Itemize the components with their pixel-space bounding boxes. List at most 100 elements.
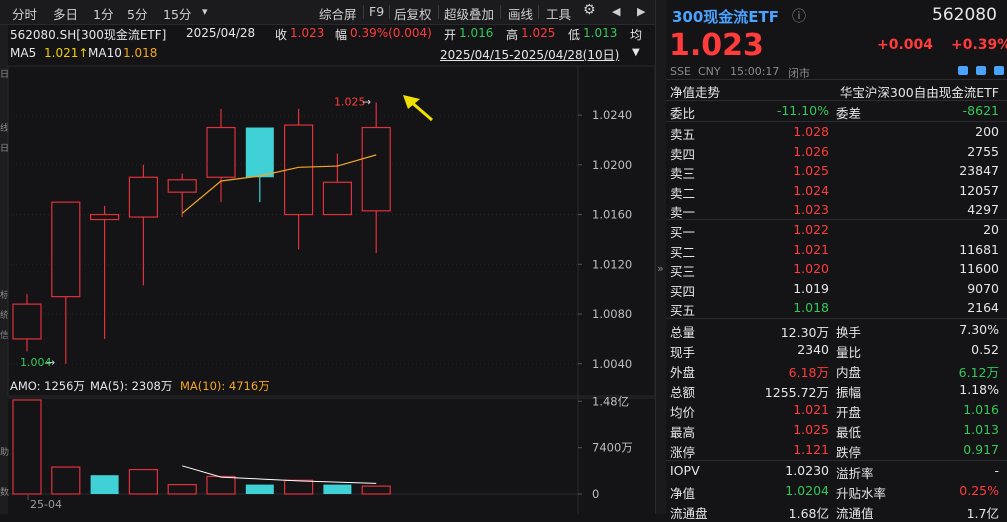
stat-value: 1255.72万 [764, 385, 829, 400]
volume-bar [245, 484, 274, 494]
ask-row[interactable]: 卖三 1.025 23847 [666, 161, 1007, 181]
stat-label: 跌停 [836, 445, 862, 460]
collapse-icon[interactable]: » [657, 262, 664, 275]
bid-volume: 20 [983, 222, 999, 237]
fund-stat-row: IOPV 1.0230 溢折率 - [666, 461, 1007, 481]
price-change: +0.004 [877, 37, 934, 53]
stat-value: 0.52 [971, 342, 999, 357]
bid-price: 1.018 [793, 300, 829, 315]
ask-level-label: 卖四 [670, 146, 696, 162]
high-marker-label: 1.025 [334, 96, 366, 109]
ask-row[interactable]: 卖五 1.028 200 [666, 122, 1007, 142]
weicha-label: 委差 [836, 106, 862, 121]
stat-value: 1.021 [793, 402, 829, 417]
candle-body [167, 179, 197, 193]
candle-body [12, 303, 42, 340]
stat-value: 1.013 [963, 422, 999, 437]
edit-icon[interactable] [958, 66, 968, 75]
volume-bar [284, 479, 314, 495]
stat-label: 均价 [670, 405, 696, 420]
candle-body [322, 181, 352, 216]
fund-stat-row: 流通盘 1.68亿 流通值 1.7亿 [666, 501, 1007, 521]
stat-label: 升贴水率 [836, 486, 887, 501]
ask-price: 1.023 [793, 202, 829, 217]
volume-ma10-label: MA(10): 4716万 [180, 379, 270, 393]
info-icon[interactable]: ⓘ [792, 6, 806, 26]
stat-label: 流通值 [836, 506, 874, 521]
ask-price: 1.028 [793, 124, 829, 139]
bid-volume: 11681 [959, 241, 999, 257]
ask-row[interactable]: 卖一 1.023 4297 [666, 200, 1007, 220]
high-marker-arrow: → [362, 96, 371, 109]
stat-row: 总额 1255.72万 振幅 1.18% [666, 380, 1007, 400]
y-tick-label: 1.0160 [592, 208, 632, 222]
last-price: 1.023 [669, 28, 764, 63]
candle-body [245, 127, 274, 178]
stat-value: 0.25% [959, 483, 999, 498]
stat-label: 最高 [670, 425, 696, 440]
stat-row: 现手 2340 量比 0.52 [666, 340, 1007, 360]
alert-icon[interactable] [976, 66, 986, 75]
x-tick-label: 25-04 [30, 498, 62, 511]
y-tick-label: 1.0200 [592, 158, 632, 172]
stat-label: 总量 [670, 325, 696, 340]
stat-row: 总量 12.30万 换手 7.30% [666, 320, 1007, 340]
stat-label: 开盘 [836, 405, 862, 420]
stat-value: 1.0204 [785, 483, 829, 498]
stat-label: 流通盘 [670, 506, 708, 521]
stat-value: 2340 [797, 342, 829, 357]
stat-value: 6.18万 [788, 365, 829, 380]
bid-price: 1.021 [793, 241, 829, 257]
nav-trend-link[interactable]: 净值走势 [670, 82, 720, 101]
stat-value: 1.18% [959, 382, 999, 397]
bid-row[interactable]: 买五 1.018 2164 [666, 298, 1007, 318]
price-change-pct: +0.39% [951, 37, 1007, 53]
bid-row[interactable]: 买一 1.022 20 [666, 220, 1007, 240]
bid-level-label: 买五 [670, 303, 696, 318]
stat-label: 换手 [836, 325, 862, 340]
y-tick-label: 1.0040 [592, 357, 632, 371]
bid-row[interactable]: 买四 1.019 9070 [666, 279, 1007, 299]
ask-level-label: 卖五 [670, 127, 696, 142]
bid-price: 1.019 [793, 280, 829, 296]
candle-body [89, 213, 120, 221]
volume-bar [90, 475, 119, 494]
ask-volume: 12057 [959, 182, 999, 198]
ask-volume: 23847 [959, 163, 999, 178]
stat-value: 1.7亿 [966, 506, 999, 521]
volume-tick-label: 7400万 [592, 441, 633, 455]
bid-row[interactable]: 买三 1.020 11600 [666, 259, 1007, 279]
ask-volume: 200 [975, 124, 999, 139]
stat-value: 0.917 [963, 442, 999, 457]
ask-row[interactable]: 卖四 1.026 2755 [666, 142, 1007, 162]
amo-label: AMO: 1256万 [10, 379, 85, 393]
stat-value: - [994, 463, 999, 478]
volume-ma5-label: MA(5): 2308万 [90, 379, 172, 393]
stat-label: 内盘 [836, 365, 862, 380]
stat-value: 12.30万 [780, 325, 829, 340]
ask-price: 1.025 [793, 163, 829, 178]
stat-row: 最高 1.025 最低 1.013 [666, 420, 1007, 440]
volume-tick-label: 1.48亿 [592, 394, 629, 408]
bid-level-label: 买四 [670, 283, 696, 299]
stat-row: 外盘 6.18万 内盘 6.12万 [666, 360, 1007, 380]
currency: CNY [698, 65, 721, 78]
volume-bar [167, 484, 197, 495]
bid-volume: 2164 [967, 300, 999, 315]
stat-label: 净值 [670, 486, 696, 501]
kline-chart[interactable]: 1.02401.02001.01601.01201.00801.00401.00… [0, 0, 655, 514]
stat-row: 均价 1.021 开盘 1.016 [666, 400, 1007, 420]
stat-row: 涨停 1.121 跌停 0.917 [666, 440, 1007, 460]
fund-stat-row: 净值 1.0204 升贴水率 0.25% [666, 481, 1007, 501]
quote-time: 15:00:17 [730, 65, 780, 78]
stat-value: 1.0230 [785, 463, 829, 478]
volume-bar [206, 475, 236, 495]
volume-bar [361, 485, 391, 495]
volume-bar [323, 484, 352, 494]
bid-row[interactable]: 买二 1.021 11681 [666, 240, 1007, 260]
security-title[interactable]: 300现金流ETF [672, 6, 779, 27]
ask-level-label: 卖二 [670, 185, 696, 201]
stat-label: 现手 [670, 345, 696, 360]
ask-row[interactable]: 卖二 1.024 12057 [666, 181, 1007, 201]
more-icon[interactable] [994, 66, 1004, 75]
